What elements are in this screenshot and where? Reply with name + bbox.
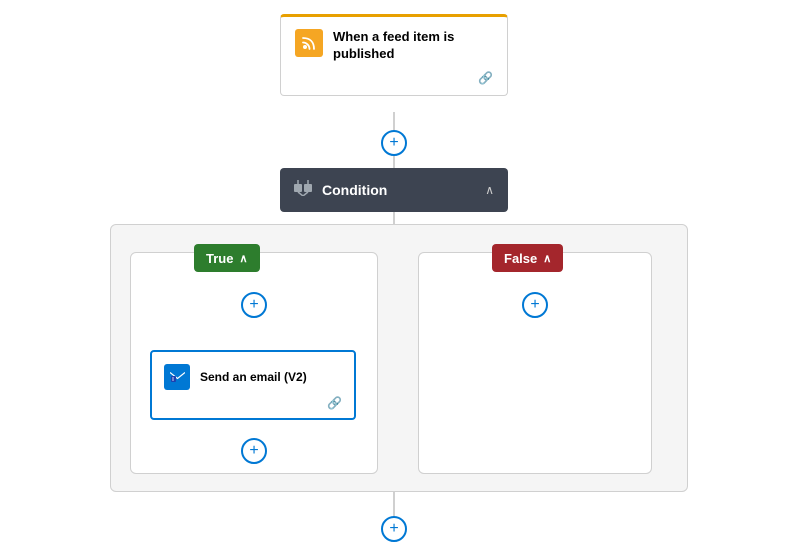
trigger-title: When a feed item is published bbox=[333, 29, 493, 63]
trigger-card-inner: When a feed item is published bbox=[295, 29, 493, 63]
add-button-1[interactable]: + bbox=[381, 130, 407, 156]
add-button-final[interactable]: + bbox=[381, 516, 407, 542]
rss-icon bbox=[295, 29, 323, 57]
true-branch-button[interactable]: True ∧ bbox=[194, 244, 260, 272]
condition-title: Condition bbox=[322, 182, 387, 198]
email-card-inner: Send an email (V2) bbox=[164, 364, 342, 390]
condition-inner: Condition bbox=[294, 180, 387, 201]
email-icon bbox=[164, 364, 190, 390]
canvas: When a feed item is published 🔗 + Condit… bbox=[0, 0, 800, 550]
false-branch-box bbox=[418, 252, 652, 474]
email-action-card[interactable]: Send an email (V2) 🔗 bbox=[150, 350, 356, 420]
add-button-true-top[interactable]: + bbox=[241, 292, 267, 318]
false-branch-button[interactable]: False ∧ bbox=[492, 244, 563, 272]
add-button-true-bottom[interactable]: + bbox=[241, 438, 267, 464]
trigger-card[interactable]: When a feed item is published 🔗 bbox=[280, 14, 508, 96]
condition-icon bbox=[294, 180, 312, 201]
add-button-false[interactable]: + bbox=[522, 292, 548, 318]
email-action-title: Send an email (V2) bbox=[200, 370, 307, 384]
trigger-link-icon: 🔗 bbox=[295, 71, 493, 85]
email-link-icon: 🔗 bbox=[164, 396, 342, 410]
condition-card[interactable]: Condition ∧ bbox=[280, 168, 508, 212]
condition-chevron: ∧ bbox=[485, 183, 494, 197]
